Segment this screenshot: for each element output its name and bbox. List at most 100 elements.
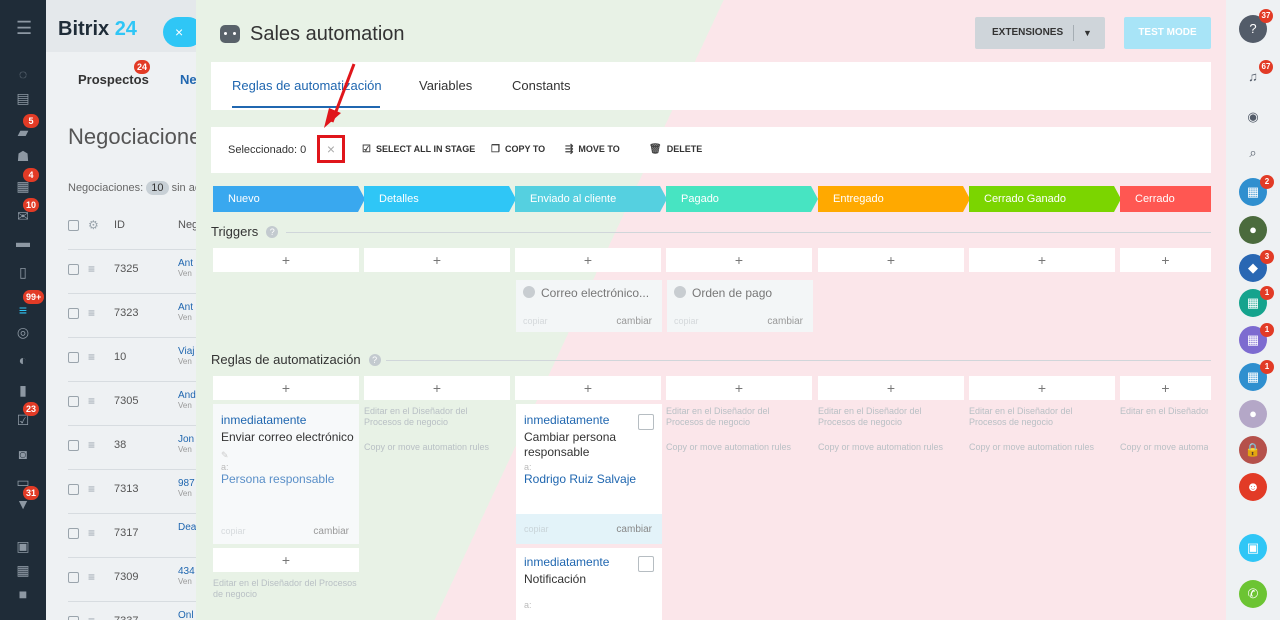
move-to-button[interactable]: ⇶ MOVE TO bbox=[565, 144, 620, 155]
stage-5[interactable]: Cerrado Ganado bbox=[969, 186, 1121, 212]
avatar[interactable]: ● bbox=[1239, 400, 1267, 428]
add-rule-button[interactable]: + bbox=[213, 548, 359, 572]
row-name[interactable]: 434 Ven bbox=[178, 567, 195, 587]
drive-icon[interactable]: ▬ bbox=[13, 232, 33, 252]
add-button[interactable]: + bbox=[818, 248, 964, 272]
edit-in-designer-link[interactable]: Editar en el Diseñador del Procesos de n… bbox=[666, 406, 796, 428]
change-link[interactable]: cambiar bbox=[616, 316, 652, 327]
search-icon[interactable]: ⌕ bbox=[1239, 139, 1267, 167]
row-checkbox[interactable] bbox=[68, 308, 79, 319]
drag-handle-icon[interactable]: ≡ bbox=[88, 438, 95, 452]
copy-link[interactable]: copiar bbox=[523, 316, 548, 327]
row-checkbox[interactable] bbox=[68, 528, 79, 539]
table-row[interactable]: ≡ 7305 And Ven bbox=[68, 382, 216, 426]
delete-button[interactable]: 🗑 DELETE bbox=[649, 144, 702, 155]
drag-handle-icon[interactable]: ≡ bbox=[88, 570, 95, 584]
row-name[interactable]: Dea bbox=[178, 523, 196, 533]
groups-icon[interactable]: ☗ bbox=[13, 146, 33, 166]
copy-move-rules-link[interactable]: Copy or move automation rules bbox=[969, 442, 1109, 453]
activity-icon[interactable]: ◌ bbox=[13, 64, 33, 84]
add-button[interactable]: + bbox=[364, 376, 510, 400]
table-row[interactable]: ≡ 7317 Dea bbox=[68, 514, 216, 558]
phone-icon[interactable]: ✆ bbox=[1239, 580, 1267, 608]
add-button[interactable]: + bbox=[1120, 376, 1211, 400]
stage-1[interactable]: Detalles bbox=[364, 186, 516, 212]
stage-4[interactable]: Entregado bbox=[818, 186, 970, 212]
row-name[interactable]: 987 Ven bbox=[178, 479, 195, 499]
lock-icon[interactable]: 🔒 bbox=[1239, 436, 1267, 464]
row-checkbox[interactable] bbox=[68, 440, 79, 451]
recipient-value[interactable]: Rodrigo Ruiz Salvaje bbox=[524, 472, 636, 486]
copy-link[interactable]: copiar bbox=[524, 524, 549, 535]
rule-card-email[interactable]: inmediatamente Enviar correo electrónico… bbox=[213, 404, 359, 544]
rule-timing[interactable]: inmediatamente bbox=[524, 555, 609, 569]
copy-to-button[interactable]: ❐ COPY TO bbox=[491, 144, 545, 155]
table-row[interactable]: ≡ 38 Jon Ven bbox=[68, 426, 216, 470]
row-name[interactable]: Jon Ven bbox=[178, 435, 194, 455]
rule-card-notification[interactable]: inmediatamente Notificación a: bbox=[516, 548, 662, 620]
apps-icon[interactable]: ▦ bbox=[13, 560, 33, 580]
logo[interactable]: Bitrix 24 bbox=[58, 18, 137, 41]
row-checkbox[interactable] bbox=[68, 396, 79, 407]
copy-move-rules-link[interactable]: Copy or move automation rules bbox=[1120, 442, 1208, 453]
stage-3[interactable]: Pagado bbox=[666, 186, 818, 212]
rule-timing[interactable]: inmediatamente bbox=[221, 413, 306, 427]
tab-variables[interactable]: Variables bbox=[419, 78, 472, 93]
add-button[interactable]: + bbox=[818, 376, 964, 400]
stage-2[interactable]: Enviado al cliente bbox=[515, 186, 667, 212]
row-checkbox[interactable] bbox=[68, 572, 79, 583]
avatar[interactable]: ● bbox=[1239, 216, 1267, 244]
add-button[interactable]: + bbox=[364, 248, 510, 272]
drag-handle-icon[interactable]: ≡ bbox=[88, 614, 95, 620]
docs-icon[interactable]: ▯ bbox=[13, 262, 33, 282]
edit-in-designer-link[interactable]: Editar en el Diseñador del Procesos de n… bbox=[1120, 406, 1208, 417]
rule-select-checkbox[interactable] bbox=[638, 556, 654, 572]
analytics-icon[interactable]: ▮ bbox=[13, 380, 33, 400]
drag-handle-icon[interactable]: ≡ bbox=[88, 526, 95, 540]
change-link[interactable]: cambiar bbox=[767, 316, 803, 327]
help-icon[interactable]: ? bbox=[266, 226, 279, 238]
add-button[interactable]: + bbox=[969, 248, 1115, 272]
edit-in-designer-link[interactable]: Editar en el Diseñador del Procesos de n… bbox=[213, 578, 359, 600]
row-checkbox[interactable] bbox=[68, 484, 79, 495]
copy-link[interactable]: copiar bbox=[674, 316, 699, 327]
copy-link[interactable]: copiar bbox=[221, 526, 246, 537]
window-icon[interactable]: ▣ bbox=[13, 536, 33, 556]
tab-negociaciones[interactable]: Ne bbox=[180, 72, 197, 87]
table-row[interactable]: ≡ 7323 Ant Ven bbox=[68, 294, 216, 338]
row-name[interactable]: Onl bbox=[178, 611, 194, 620]
add-button[interactable]: + bbox=[213, 376, 359, 400]
table-row[interactable]: ≡ 7325 Ant Ven bbox=[68, 250, 216, 294]
chevron-down-icon[interactable]: ▼ bbox=[1083, 17, 1092, 49]
clear-selection-button[interactable]: × bbox=[317, 135, 345, 163]
add-button[interactable]: + bbox=[666, 376, 812, 400]
sites-icon[interactable]: ◐ bbox=[13, 350, 33, 370]
select-all-checkbox[interactable] bbox=[68, 220, 79, 231]
stage-0[interactable]: Nuevo bbox=[213, 186, 365, 212]
select-all-in-stage-button[interactable]: ☑ SELECT ALL IN STAGE bbox=[362, 144, 475, 155]
add-button[interactable]: + bbox=[213, 248, 359, 272]
add-button[interactable]: + bbox=[969, 376, 1115, 400]
docs-icon[interactable]: ▣ bbox=[1239, 534, 1267, 562]
rule-select-checkbox[interactable] bbox=[638, 414, 654, 430]
row-checkbox[interactable] bbox=[68, 264, 79, 275]
table-row[interactable]: ≡ 7309 434 Ven bbox=[68, 558, 216, 602]
trigger-card-payment[interactable]: Orden de pago copiar cambiar bbox=[667, 280, 813, 332]
change-link[interactable]: cambiar bbox=[313, 526, 349, 537]
row-checkbox[interactable] bbox=[68, 616, 79, 620]
copy-move-rules-link[interactable]: Copy or move automation rules bbox=[818, 442, 958, 453]
add-button[interactable]: + bbox=[1120, 248, 1211, 272]
chat-icon[interactable]: ◉ bbox=[1239, 103, 1267, 131]
rule-timing[interactable]: inmediatamente bbox=[524, 413, 609, 427]
trigger-card-email[interactable]: Correo electrónico... copiar cambiar bbox=[516, 280, 662, 332]
tasks-icon[interactable]: ▤ bbox=[13, 88, 33, 108]
extensions-button[interactable]: EXTENSIONES ▼ bbox=[975, 17, 1105, 49]
tab-prospectos[interactable]: Prospectos bbox=[78, 72, 149, 87]
tab-constants[interactable]: Constants bbox=[512, 78, 571, 93]
edit-in-designer-link[interactable]: Editar en el Diseñador del Procesos de n… bbox=[969, 406, 1099, 428]
add-button[interactable]: + bbox=[515, 248, 661, 272]
target-icon[interactable]: ◎ bbox=[13, 322, 33, 342]
row-name[interactable]: Ant Ven bbox=[178, 259, 193, 279]
help-icon[interactable]: ? bbox=[368, 354, 381, 366]
table-row[interactable]: ≡ 10 Viaj Ven bbox=[68, 338, 216, 382]
